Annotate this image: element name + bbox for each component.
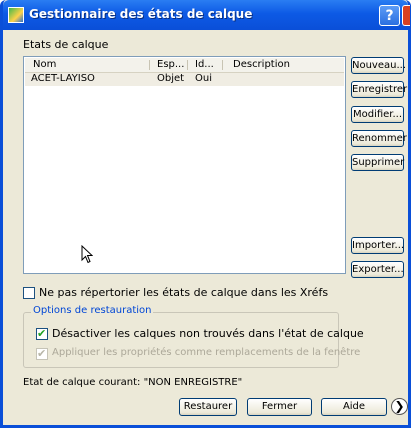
layer-states-label: Etats de calque [23, 38, 109, 51]
column-header-id[interactable]: Id... [195, 59, 214, 70]
help-button[interactable]: Aide [321, 398, 387, 416]
column-header-space[interactable]: Esp... [157, 59, 184, 70]
no-xref-checkbox[interactable] [23, 287, 35, 299]
help-titlebar-button[interactable]: ? [379, 5, 400, 26]
column-separator[interactable] [187, 60, 188, 70]
expand-arrow-icon[interactable]: ❯ [391, 398, 408, 415]
mouse-pointer-icon [81, 244, 94, 267]
row-name: ACET-LAYISO [31, 73, 95, 84]
app-icon [8, 7, 24, 23]
title-bar[interactable]: Gestionnaire des états de calque ? [3, 0, 410, 30]
list-header: Nom Esp... Id... Description [25, 58, 344, 73]
row-space: Objet [157, 73, 185, 84]
column-separator[interactable] [149, 60, 150, 70]
save-button[interactable]: Enregistrer [351, 81, 407, 98]
column-separator[interactable] [222, 60, 223, 70]
layer-states-manager-window: Gestionnaire des états de calque ? Etats… [0, 0, 411, 428]
row-id: Oui [195, 73, 212, 84]
new-button[interactable]: Nouveau... [351, 57, 406, 74]
disable-layers-checkbox[interactable] [36, 327, 48, 340]
layer-states-list[interactable]: Nom Esp... Id... Description ACET-LAYISO… [23, 56, 346, 274]
disable-layers-label: Désactiver les calques non trouvés dans … [52, 327, 364, 340]
modify-button[interactable]: Modifier... [351, 106, 404, 123]
column-header-description[interactable]: Description [233, 59, 290, 70]
apply-props-checkbox[interactable] [36, 347, 48, 360]
close-button[interactable]: Fermer [247, 398, 312, 416]
apply-props-label: Appliquer les propriétés comme remplacem… [52, 347, 361, 358]
rename-button[interactable]: Renommer [351, 130, 407, 147]
table-row[interactable]: ACET-LAYISO Objet Oui [25, 73, 344, 86]
close-titlebar-button[interactable] [402, 5, 410, 26]
window-title: Gestionnaire des états de calque [29, 7, 253, 21]
column-header-name[interactable]: Nom [33, 59, 56, 70]
export-button[interactable]: Exporter... [351, 261, 404, 278]
delete-button[interactable]: Supprimer [351, 154, 404, 171]
import-button[interactable]: Importer... [351, 237, 404, 254]
dialog-content: Etats de calque Nom Esp... Id... Descrip… [3, 30, 408, 425]
restore-options-group [23, 312, 339, 368]
no-xref-label: Ne pas répertorier les états de calque d… [39, 286, 329, 299]
restore-options-title: Options de restauration [31, 305, 154, 316]
current-state-text: Etat de calque courant: "NON ENREGISTRE" [23, 377, 243, 388]
restore-button[interactable]: Restaurer [179, 398, 237, 416]
